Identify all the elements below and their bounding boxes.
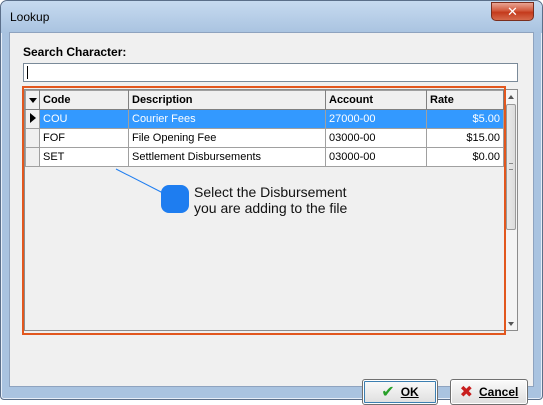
search-input[interactable] — [23, 63, 518, 82]
scroll-up-button[interactable] — [505, 90, 517, 103]
callout-line-1: Select the Disbursement — [194, 184, 347, 200]
close-button[interactable]: ✕ — [491, 2, 534, 21]
chevron-down-icon — [508, 321, 514, 326]
callout-marker — [161, 185, 189, 213]
scroll-down-button[interactable] — [505, 317, 517, 330]
scroll-thumb[interactable] — [506, 104, 516, 230]
close-icon: ✕ — [507, 3, 518, 19]
callout-line-2: you are adding to the file — [194, 200, 348, 216]
x-icon: ✖ — [459, 384, 474, 401]
ok-button-label: OK — [400, 385, 419, 399]
cancel-button[interactable]: ✖ Cancel — [450, 379, 528, 405]
checkmark-icon: ✔ — [381, 384, 395, 401]
search-label: Search Character: — [23, 45, 127, 59]
window-title: Lookup — [10, 10, 50, 24]
cancel-button-label: Cancel — [479, 385, 519, 399]
lookup-window: Lookup ✕ Search Character: Code Descript… — [0, 0, 543, 405]
title-bar[interactable]: Lookup ✕ — [1, 1, 542, 33]
text-caret — [27, 66, 28, 79]
grip-icon — [509, 163, 513, 170]
callout-text: Select the Disbursement you are adding t… — [194, 184, 347, 216]
chevron-up-icon — [508, 94, 514, 99]
ok-button[interactable]: ✔ OK — [362, 379, 438, 405]
